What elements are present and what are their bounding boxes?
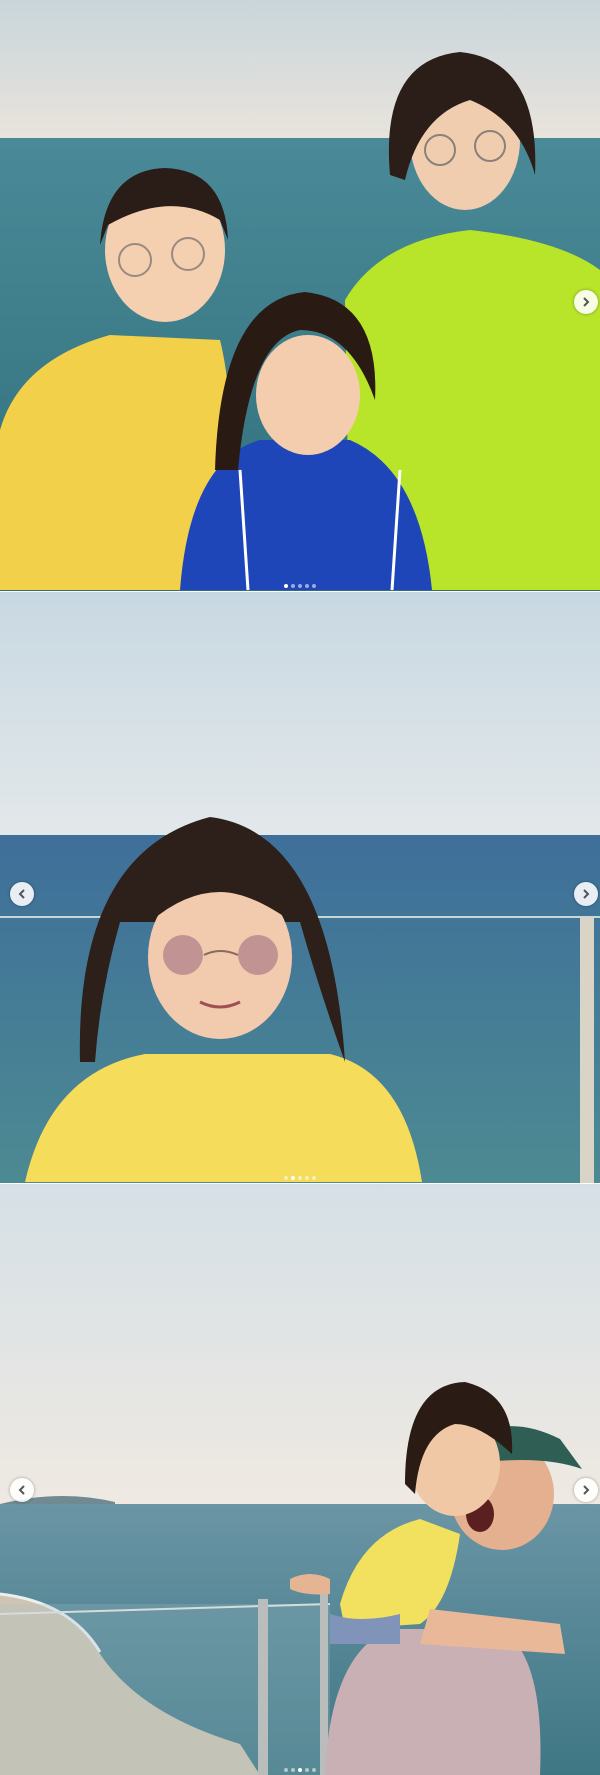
chevron-right-icon (583, 1485, 590, 1495)
photo-slide-1 (0, 0, 600, 591)
chevron-left-icon (18, 1485, 25, 1495)
photo-slide-3 (0, 1184, 600, 1775)
next-button[interactable] (574, 290, 598, 314)
next-button[interactable] (574, 1478, 598, 1502)
carousel-dot (305, 1176, 309, 1180)
carousel-dot (312, 1176, 316, 1180)
chevron-right-icon (583, 297, 590, 307)
carousel-dot (291, 584, 295, 588)
carousel-dots (284, 584, 316, 588)
next-button[interactable] (574, 882, 598, 906)
carousel-dot (284, 1176, 288, 1180)
carousel-dot (291, 1768, 295, 1772)
carousel-dots (284, 1768, 316, 1772)
carousel-dots (284, 1176, 316, 1180)
carousel-dot (312, 1768, 316, 1772)
carousel-dot (298, 1176, 302, 1180)
carousel-dot (284, 1768, 288, 1772)
carousel-dot (284, 584, 288, 588)
photo-slide-2 (0, 592, 600, 1183)
carousel-dot (291, 1176, 295, 1180)
carousel-dot (298, 584, 302, 588)
three-girls-photo (0, 0, 600, 591)
girl-sunglasses-photo (0, 592, 600, 1183)
carousel-dot (312, 584, 316, 588)
carousel-dot (298, 1768, 302, 1772)
chevron-right-icon (583, 889, 590, 899)
prev-button[interactable] (10, 882, 34, 906)
chevron-left-icon (18, 889, 25, 899)
man-holding-girl-photo (0, 1184, 600, 1775)
carousel-dot (305, 1768, 309, 1772)
carousel-dot (305, 584, 309, 588)
prev-button[interactable] (10, 1478, 34, 1502)
